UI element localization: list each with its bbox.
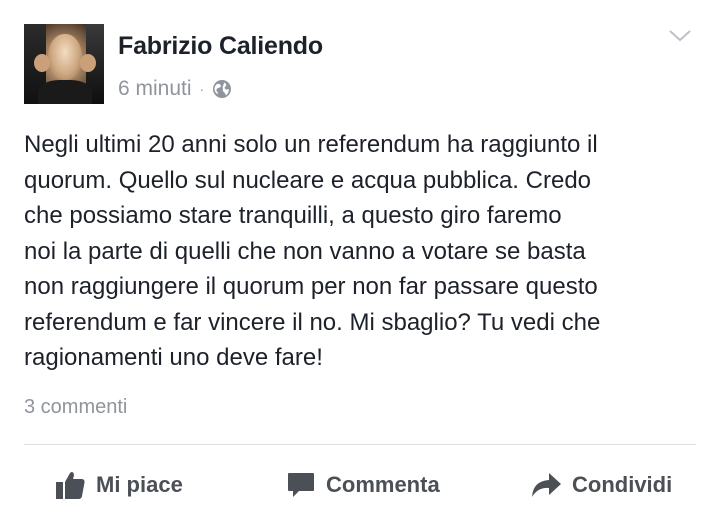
share-button[interactable]: Condividi <box>530 460 672 510</box>
comment-button[interactable]: Commenta <box>286 460 440 510</box>
post-text-line: referendum e far vincere il no. Mi sbagl… <box>24 308 601 336</box>
comments-count-link[interactable]: 3 commenti <box>24 396 127 419</box>
post-body: Negli ultimi 20 anni solo un referendum … <box>24 127 704 376</box>
avatar-face <box>48 34 82 80</box>
share-label: Condividi <box>572 472 673 497</box>
post-text-line: non raggiungere il quorum per non far pa… <box>24 273 598 300</box>
avatar[interactable] <box>24 24 104 104</box>
thumbs-up-icon <box>56 472 85 499</box>
author-name[interactable]: Fabrizio Caliendo <box>118 32 323 61</box>
avatar-hand <box>34 54 50 72</box>
share-arrow-icon <box>532 473 561 497</box>
globe-icon[interactable] <box>212 79 232 99</box>
post-text-line: ragionamenti uno deve fare! <box>24 344 323 371</box>
action-bar: Mi piace Commenta Condividi <box>0 460 720 510</box>
chevron-down-icon[interactable] <box>668 26 692 46</box>
meta-separator: · <box>199 81 205 97</box>
comment-label: Commenta <box>326 472 440 497</box>
like-label: Mi piace <box>96 472 183 497</box>
like-button[interactable]: Mi piace <box>54 460 183 510</box>
avatar-shirt <box>38 80 92 104</box>
post-timestamp[interactable]: 6 minuti <box>118 77 192 101</box>
post-text-line: quorum. Quello sul nucleare e acqua pubb… <box>24 166 592 194</box>
post-text-line: che possiamo stare tranquilli, a questo … <box>24 202 562 229</box>
post-text-line: Negli ultimi 20 anni solo un referendum … <box>24 131 598 158</box>
divider <box>24 444 696 445</box>
speech-bubble-icon <box>288 473 314 497</box>
avatar-hand <box>80 54 96 72</box>
facebook-post: Fabrizio Caliendo 6 minuti · Negli ultim… <box>0 0 720 521</box>
post-text-line: noi la parte di quelli che non vanno a v… <box>24 237 586 265</box>
post-meta: 6 minuti · <box>118 76 232 102</box>
